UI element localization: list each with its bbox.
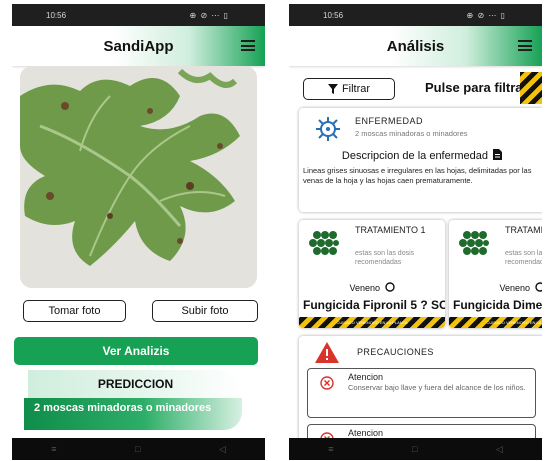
disease-name: 2 moscas minadoras o minadores [355,129,468,138]
disease-card: ENFERMEDAD 2 moscas minadoras o minadore… [299,108,542,212]
treatment-name: Fungicida Fipronil 5 ? SC [303,298,445,312]
hazard-stripe [520,72,542,104]
status-time: 10:56 [46,10,67,20]
skull-icon [534,282,542,292]
treatment-subtitle: estas son las dosis recomendadas [505,250,542,266]
system-nav-bar: ≡ □ ◁ [12,438,265,460]
filter-label: Filtrar [341,83,371,95]
status-time: 10:56 [323,10,344,20]
precautions-heading: PRECAUCIONES [357,347,434,357]
back-icon[interactable]: ◁ [496,444,503,455]
leaf-image [20,66,257,288]
precaution-title: Atencion [348,428,384,438]
virus-icon [316,117,340,141]
funnel-icon [327,84,338,94]
system-nav-bar: ≡ □ ◁ [289,438,542,460]
status-icons: ⊕ ⊘ ⋯ ▯ [466,10,506,20]
app-bar: SandiApp [12,26,265,66]
hamburger-menu-icon[interactable] [518,40,532,51]
hazard-stripe: CUIDADO VENENOSO EN LA PLANTA [299,317,445,328]
status-icons: ⊕ ⊘ ⋯ ▯ [189,10,229,20]
prediction-result: 2 moscas minadoras o minadores [24,398,242,430]
poison-label-text: Veneno [499,283,531,293]
prediction-header: PREDICCION [28,370,243,398]
molecule-icon [309,231,339,255]
recent-apps-icon[interactable]: ≡ [51,444,56,454]
status-bar: 10:56 ⊕ ⊘ ⋯ ▯ [289,4,542,26]
treatment-title: TRATAMIENTO 2 [505,225,542,235]
treatment-name: Fungicida Dimetoato 20 [453,298,542,312]
hamburger-menu-icon[interactable] [241,40,255,51]
treatment-card[interactable]: TRATAMIENTO 1 estas son las dosis recome… [299,220,445,328]
poison-label: Veneno [299,282,445,293]
home-icon[interactable]: □ [135,444,140,454]
app-title: SandiApp [103,37,174,55]
poison-label-text: Veneno [349,283,381,293]
leaf-photo [20,66,257,288]
hazard-stripe-text: CUIDADO VENENOSO EN LA PLANTA [336,320,408,325]
app-title: Análisis [386,37,445,55]
filter-button[interactable]: Filtrar [303,78,395,100]
description-title-text: Descripcion de la enfermedad [341,150,489,162]
app-bar: Análisis [289,26,542,66]
precaution-item: Atencion Conservar bajo llave y fuera de… [307,368,536,418]
treatment-card[interactable]: TRATAMIENTO 2 estas son las dosis recome… [449,220,542,328]
status-bar: 10:56 ⊕ ⊘ ⋯ ▯ [12,4,265,26]
document-icon [493,149,503,160]
description-title: Descripcion de la enfermedad [299,149,542,162]
hazard-stripe: CUIDADO VENENOSO EN LA PLANTA [449,317,542,328]
upload-photo-button[interactable]: Subir foto [152,300,258,322]
molecule-icon [459,231,489,255]
pulse-to-filter-label: Pulse para filtrar [425,80,528,95]
poison-label: Veneno [449,282,542,293]
disease-heading: ENFERMEDAD [355,116,424,126]
disease-description: Lineas grises sinuosas e irregulares en … [303,166,532,185]
hazard-stripe-text: CUIDADO VENENOSO EN LA PLANTA [486,320,542,325]
treatment-subtitle: estas son las dosis recomendadas [355,250,415,266]
treatment-title: TRATAMIENTO 1 [355,225,426,235]
back-icon[interactable]: ◁ [219,444,226,455]
recent-apps-icon[interactable]: ≡ [328,444,333,454]
precaution-text: Conservar bajo llave y fuera del alcance… [348,383,526,392]
main-screen: 10:56 ⊕ ⊘ ⋯ ▯ SandiApp Tomar foto Subir … [12,4,265,460]
view-analysis-button[interactable]: Ver Analizis [14,337,258,365]
close-circle-icon [320,376,334,390]
home-icon[interactable]: □ [412,444,417,454]
analysis-screen: 10:56 ⊕ ⊘ ⋯ ▯ Análisis Filtrar Pulse par… [289,4,542,460]
precaution-title: Atencion [348,372,384,382]
skull-icon [384,282,395,292]
take-photo-button[interactable]: Tomar foto [23,300,126,322]
warning-triangle-icon [315,342,339,363]
